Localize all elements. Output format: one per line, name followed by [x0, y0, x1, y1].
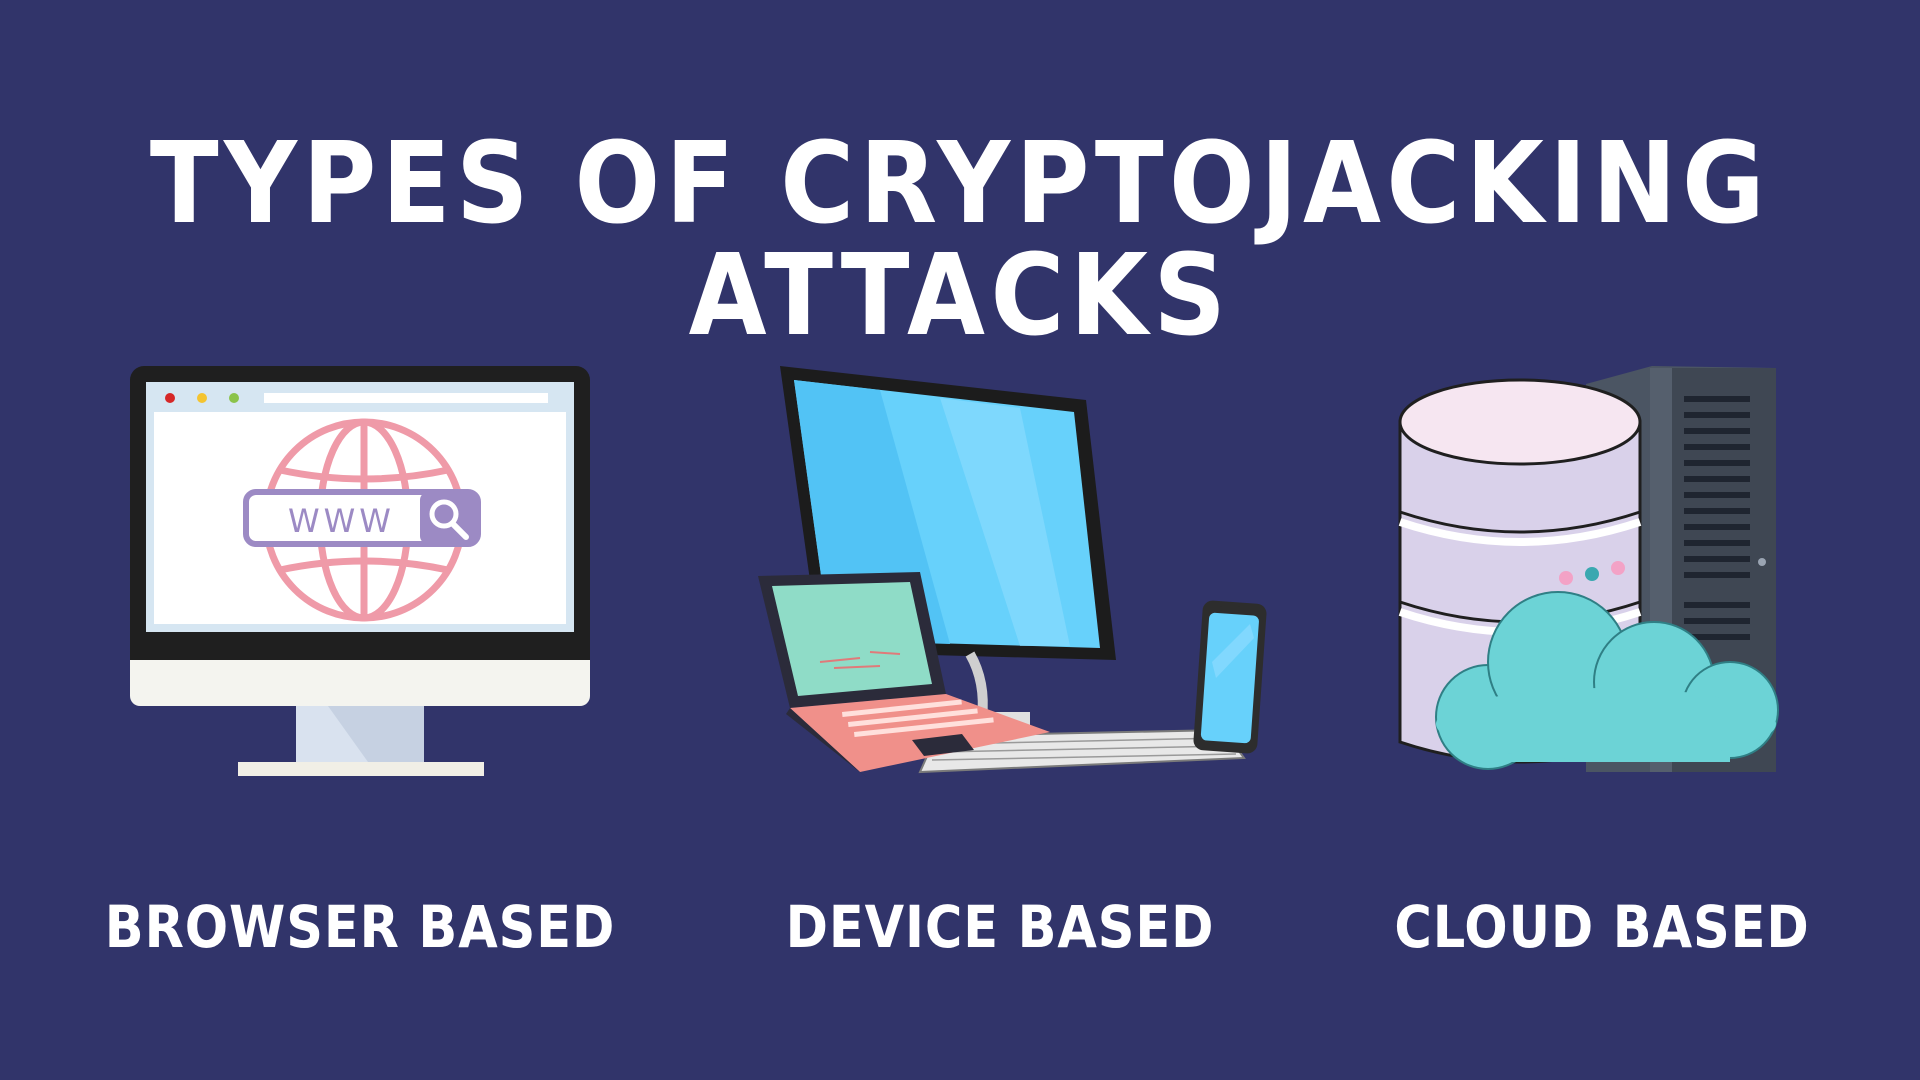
www-text: WWW: [288, 502, 395, 540]
cloud-server-icon: [1398, 366, 1779, 772]
page-title: TYPES OF CRYPTOJACKING ATTACKS: [149, 119, 1771, 361]
cloud-based-label: CLOUD BASED: [1394, 893, 1810, 961]
device-based-label: DEVICE BASED: [785, 893, 1215, 961]
browser-based-label: BROWSER BASED: [104, 893, 616, 961]
browser-monitor-icon: WWW: [130, 366, 590, 776]
devices-icon: [758, 366, 1267, 780]
